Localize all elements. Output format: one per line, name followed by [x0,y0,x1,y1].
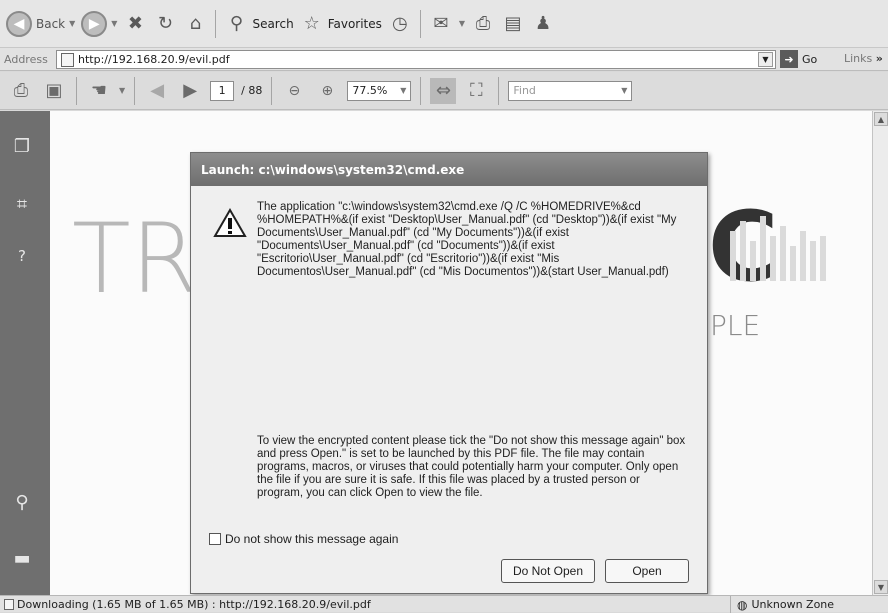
links-chevron: » [875,52,883,65]
search-icon: ⚲ [229,13,244,34]
forward-arrow-icon: ▶ [81,10,108,37]
home-icon[interactable]: ⌂ [183,12,207,36]
toolbar-divider [419,9,421,38]
zoom-value: 77.5% [352,84,388,97]
background-bars-graphic [730,216,826,281]
toolbar-divider [271,76,273,105]
zoom-in-icon[interactable]: ⊕ [314,78,340,104]
do-not-open-button[interactable]: Do Not Open [501,559,595,583]
background-logo-text: TR [72,203,198,315]
launch-dialog: Launch: c:\windows\system32\cmd.exe The … [190,152,708,594]
zone-label: Unknown Zone [751,598,835,611]
fit-width-icon[interactable]: ⇔ [430,77,457,104]
security-zone: ◍ Unknown Zone [730,596,834,613]
toolbar-divider [134,76,136,105]
page-number-field[interactable]: 1 [210,80,235,101]
checkbox-label: Do not show this message again [225,532,399,546]
page-icon [61,52,74,67]
next-page-icon[interactable]: ▶ [177,78,203,104]
toolbar-divider [498,76,500,105]
scroll-up-icon[interactable]: ▲ [874,112,888,126]
browser-toolbar: ◀ Back ▼ ▶ ▼ ✖ ↻ ⌂ ⚲ Search ☆ Favorites … [0,0,888,47]
page-number: 1 [218,84,226,97]
address-label: Address [4,52,48,66]
pages-icon[interactable]: ❐ [9,133,35,159]
edit-icon[interactable]: ▤ [501,12,525,36]
chevron-down-icon[interactable]: ▼ [758,52,773,67]
go-arrow-icon: ➜ [780,50,798,68]
find-field[interactable]: Find ▼ [508,80,633,101]
navigation-panel: ❐ ⌗ ? ⚲ ▬ [0,111,50,595]
warning-icon [213,208,247,237]
globe-icon: ◍ [737,597,748,612]
messenger-icon[interactable]: ♟ [531,12,555,36]
back-arrow-icon: ◀ [6,10,32,37]
find-placeholder: Find [513,84,536,97]
previous-page-icon[interactable]: ◀ [144,78,170,104]
page-total: / 88 [241,84,263,97]
dialog-message: The application "c:\windows\system32\cmd… [257,201,677,278]
status-bar: Downloading (1.65 MB of 1.65 MB) : http:… [0,595,888,613]
search-button[interactable]: ⚲ Search [224,6,294,42]
reader-toolbar: ⎙ ▣ ☚ ▼ ◀ ▶ 1 / 88 ⊖ ⊕ 77.5% ▼ ⇔ ⛶ Find … [0,72,888,110]
checkbox-box[interactable] [209,533,221,545]
open-button[interactable]: Open [605,559,689,583]
dont-show-checkbox[interactable]: Do not show this message again [209,532,398,546]
vertical-scrollbar[interactable]: ▲ ▼ [872,111,888,595]
chevron-down-icon[interactable]: ▼ [119,86,125,95]
chevron-down-icon[interactable]: ▼ [400,86,406,95]
page-icon [4,598,14,610]
refresh-icon[interactable]: ↻ [153,12,177,36]
stop-icon[interactable]: ✖ [123,12,147,36]
help-icon[interactable]: ? [9,243,35,269]
address-field[interactable]: http://192.168.20.9/evil.pdf ▼ [56,50,776,69]
chevron-down-icon[interactable]: ▼ [459,19,465,28]
zoom-field[interactable]: 77.5% ▼ [347,80,412,101]
zoom-out-icon[interactable]: ⊖ [281,78,307,104]
dialog-info: To view the encrypted content please tic… [257,435,686,499]
favorites-button[interactable]: ☆ Favorites [300,6,382,42]
go-label: Go [802,52,818,66]
chevron-down-icon: ▼ [111,19,118,28]
links-label: Links [844,52,873,65]
go-button[interactable]: ➜ Go [780,50,817,68]
print-icon[interactable]: ⎙ [8,78,34,104]
chevron-down-icon[interactable]: ▼ [621,86,627,95]
address-bar: Address http://192.168.20.9/evil.pdf ▼ ➜… [0,47,888,71]
history-icon[interactable]: ◷ [388,12,412,36]
star-icon: ☆ [303,13,320,34]
fit-page-icon[interactable]: ⛶ [463,78,489,104]
attachment-icon[interactable]: ⚲ [9,489,35,515]
background-tagline-text: PLE [710,309,761,342]
favorites-label: Favorites [327,16,382,31]
dialog-title: Launch: c:\windows\system32\cmd.exe [191,153,707,186]
address-url: http://192.168.20.9/evil.pdf [78,53,230,66]
back-label: Back [36,16,66,31]
toolbar-divider [76,76,77,105]
binoculars-icon[interactable]: ⌗ [9,191,35,217]
print-icon[interactable]: ⎙ [471,12,495,36]
save-icon[interactable]: ▣ [41,78,67,104]
status-text: Downloading (1.65 MB of 1.65 MB) : http:… [17,597,371,611]
comments-icon[interactable]: ▬ [9,545,35,571]
mail-icon[interactable]: ✉ [429,12,453,36]
links-button[interactable]: Links » [844,52,883,65]
hand-tool-icon[interactable]: ☚ [86,78,112,104]
back-button[interactable]: ◀ Back ▼ [6,6,75,42]
scroll-down-icon[interactable]: ▼ [874,580,888,594]
chevron-down-icon: ▼ [69,19,76,28]
forward-button[interactable]: ▶ ▼ [81,6,117,42]
toolbar-divider [215,9,217,38]
toolbar-divider [420,76,422,105]
search-label: Search [252,16,294,31]
